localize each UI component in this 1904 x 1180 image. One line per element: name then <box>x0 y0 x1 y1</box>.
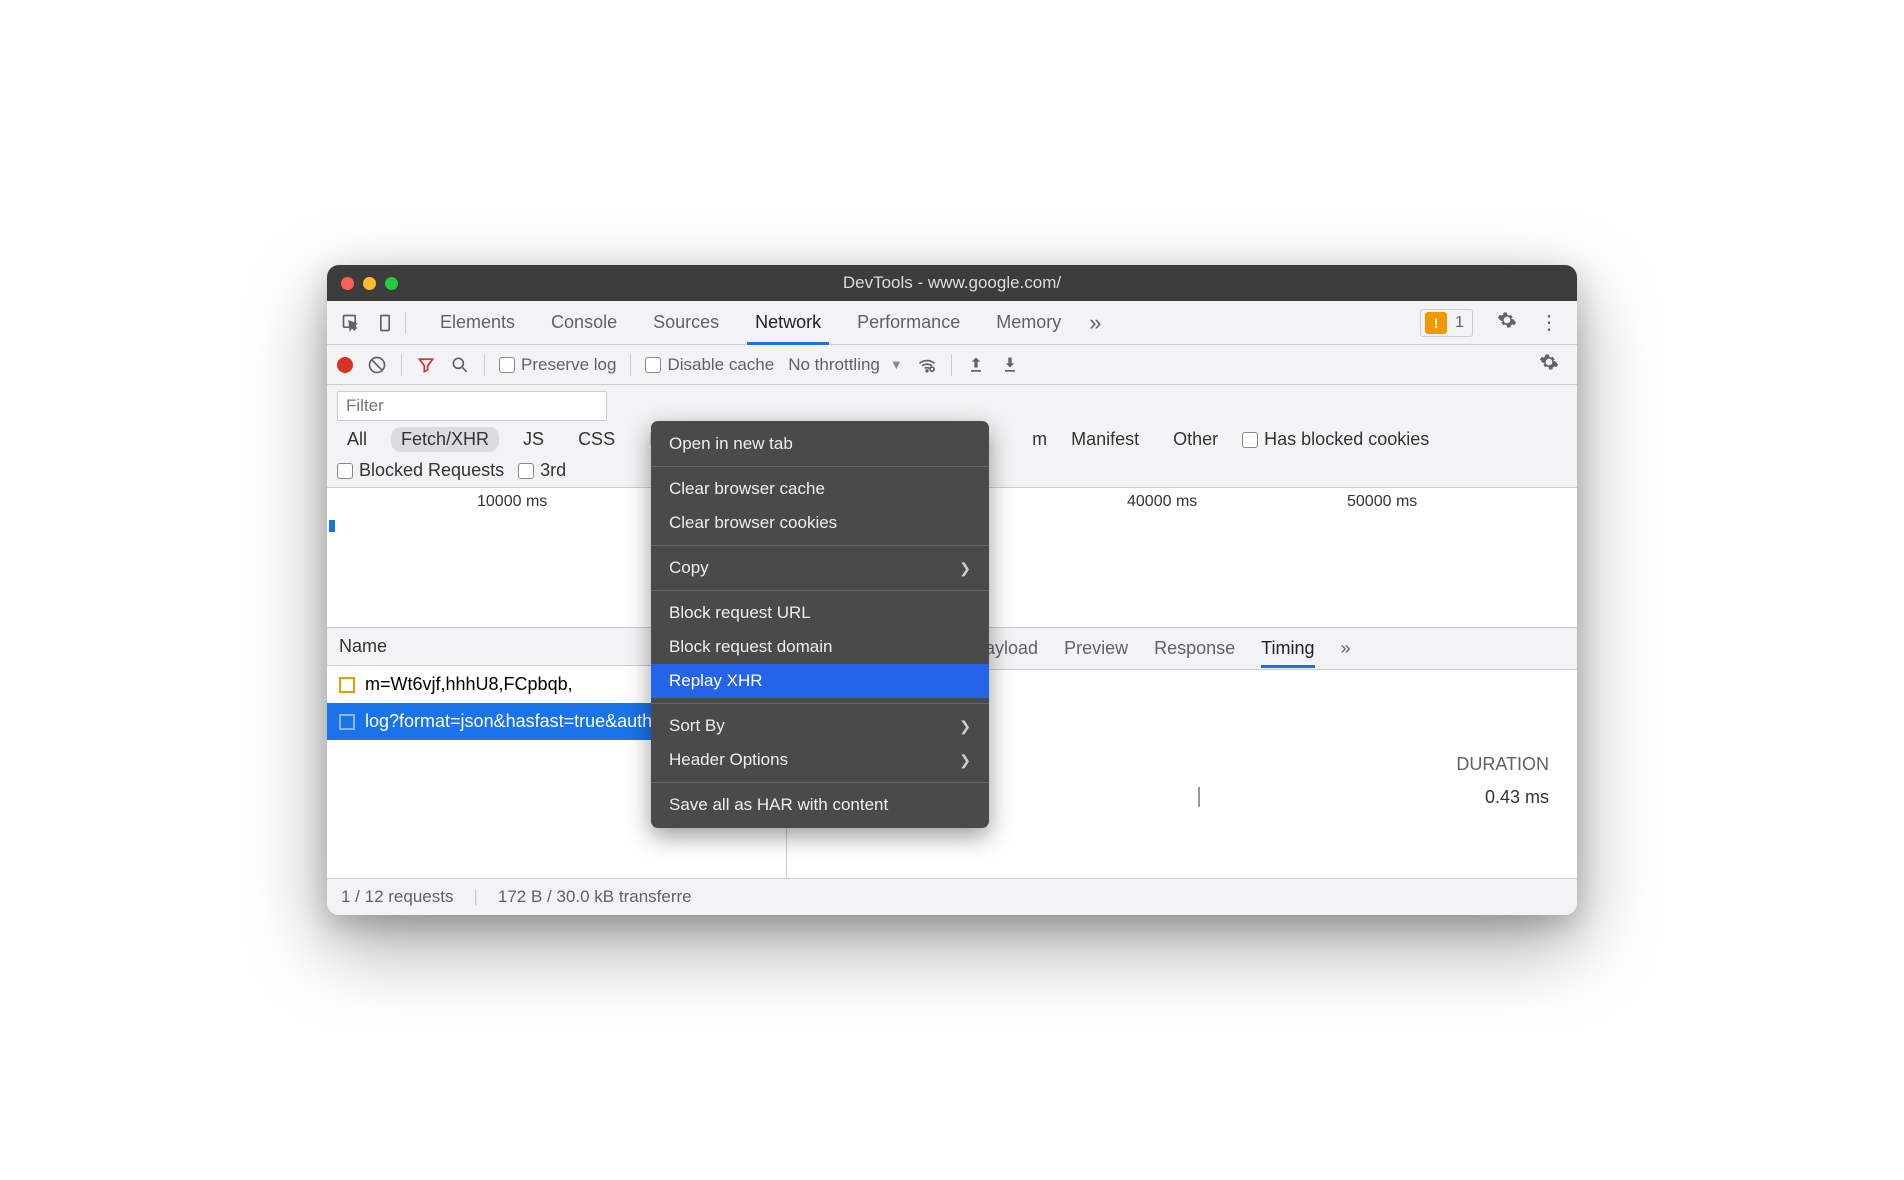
throttling-label: No throttling <box>788 355 880 375</box>
chevron-right-icon: ❯ <box>959 718 971 735</box>
tab-console[interactable]: Console <box>533 301 635 345</box>
window-title: DevTools - www.google.com/ <box>327 273 1577 293</box>
filter-css[interactable]: CSS <box>568 427 625 452</box>
ctx-header-options[interactable]: Header Options ❯ <box>651 743 989 777</box>
tab-sources[interactable]: Sources <box>635 301 737 345</box>
warnings-badge[interactable]: ! 1 <box>1420 309 1473 337</box>
ctx-replay-xhr[interactable]: Replay XHR <box>651 664 989 698</box>
ctx-copy-label: Copy <box>669 558 709 578</box>
status-requests: 1 / 12 requests <box>341 887 453 907</box>
queueing-bar <box>1198 787 1200 807</box>
main-tabs: Elements Console Sources Network Perform… <box>327 301 1577 345</box>
throttling-select[interactable]: No throttling ▼ <box>788 355 903 375</box>
tab-network[interactable]: Network <box>737 301 839 345</box>
divider <box>951 354 952 376</box>
tab-response[interactable]: Response <box>1154 638 1235 659</box>
preserve-log-label: Preserve log <box>521 355 616 375</box>
tab-timing[interactable]: Timing <box>1261 638 1314 659</box>
divider <box>484 354 485 376</box>
separator <box>651 590 989 591</box>
separator <box>651 466 989 467</box>
network-settings-icon[interactable] <box>1531 352 1567 378</box>
tabs-list: Elements Console Sources Network Perform… <box>422 301 1414 345</box>
time-50000: 50000 ms <box>1347 493 1417 511</box>
ctx-sort-label: Sort By <box>669 716 725 736</box>
time-10000: 10000 ms <box>477 493 547 511</box>
request-name: m=Wt6vjf,hhhU8,FCpbqb, <box>365 674 573 695</box>
record-icon[interactable] <box>337 357 353 373</box>
separator <box>651 703 989 704</box>
ctx-open-tab[interactable]: Open in new tab <box>651 427 989 461</box>
filter-input[interactable] <box>337 391 607 421</box>
third-party-checkbox[interactable]: 3rd <box>518 460 566 481</box>
ctx-block-url[interactable]: Block request URL <box>651 596 989 630</box>
duration-label: DURATION <box>1456 754 1549 775</box>
ctx-clear-cookies[interactable]: Clear browser cookies <box>651 506 989 540</box>
settings-icon[interactable] <box>1489 310 1525 336</box>
divider <box>630 354 631 376</box>
warning-icon: ! <box>1425 312 1447 334</box>
timeline-marker <box>329 520 335 532</box>
status-bar: 1 / 12 requests | 172 B / 30.0 kB transf… <box>327 878 1577 915</box>
queueing-value: 0.43 ms <box>1485 787 1549 812</box>
time-40000: 40000 ms <box>1127 493 1197 511</box>
ctx-sort-by[interactable]: Sort By ❯ <box>651 709 989 743</box>
filter-icon[interactable] <box>416 355 436 375</box>
ctx-block-domain[interactable]: Block request domain <box>651 630 989 664</box>
more-tabs-icon[interactable]: » <box>1079 310 1111 336</box>
filter-other[interactable]: Other <box>1163 427 1228 452</box>
clear-icon[interactable] <box>367 355 387 375</box>
ctx-clear-cache[interactable]: Clear browser cache <box>651 472 989 506</box>
blocked-requests-label: Blocked Requests <box>359 460 504 481</box>
filter-js[interactable]: JS <box>513 427 554 452</box>
disable-cache-label: Disable cache <box>667 355 774 375</box>
preserve-log-checkbox[interactable]: Preserve log <box>499 355 616 375</box>
filter-m-suffix: m <box>1032 429 1047 450</box>
divider: | <box>473 887 477 907</box>
tab-performance[interactable]: Performance <box>839 301 978 345</box>
warnings-count: 1 <box>1455 314 1464 332</box>
titlebar: DevTools - www.google.com/ <box>327 265 1577 301</box>
inspect-icon[interactable] <box>337 309 365 337</box>
has-blocked-cookies-checkbox[interactable]: Has blocked cookies <box>1242 429 1429 450</box>
ctx-copy[interactable]: Copy ❯ <box>651 551 989 585</box>
chevron-right-icon: ❯ <box>959 752 971 769</box>
kebab-icon[interactable]: ⋮ <box>1531 310 1567 335</box>
devtools-window: DevTools - www.google.com/ Elements Cons… <box>327 265 1577 915</box>
separator <box>651 545 989 546</box>
filter-fetch-xhr[interactable]: Fetch/XHR <box>391 427 499 452</box>
divider <box>401 354 402 376</box>
search-icon[interactable] <box>450 355 470 375</box>
disable-cache-checkbox[interactable]: Disable cache <box>645 355 774 375</box>
request-name: log?format=json&hasfast=true&auth... <box>365 711 667 732</box>
tab-preview[interactable]: Preview <box>1064 638 1128 659</box>
device-icon[interactable] <box>371 309 399 337</box>
upload-icon[interactable] <box>966 355 986 375</box>
file-icon <box>339 714 355 730</box>
has-blocked-label: Has blocked cookies <box>1264 429 1429 450</box>
wifi-icon[interactable] <box>917 355 937 375</box>
more-tabs-icon[interactable]: » <box>1341 638 1351 659</box>
separator <box>651 782 989 783</box>
minimize-icon[interactable] <box>363 277 376 290</box>
divider <box>405 312 406 334</box>
network-toolbar: Preserve log Disable cache No throttling… <box>327 345 1577 385</box>
close-icon[interactable] <box>341 277 354 290</box>
tab-elements[interactable]: Elements <box>422 301 533 345</box>
maximize-icon[interactable] <box>385 277 398 290</box>
file-icon <box>339 677 355 693</box>
chevron-down-icon: ▼ <box>890 357 903 372</box>
filter-all[interactable]: All <box>337 427 377 452</box>
context-menu: Open in new tab Clear browser cache Clea… <box>651 421 989 828</box>
tab-memory[interactable]: Memory <box>978 301 1079 345</box>
blocked-requests-checkbox[interactable]: Blocked Requests <box>337 460 504 481</box>
status-transferred: 172 B / 30.0 kB transferre <box>498 887 692 907</box>
traffic-lights <box>341 277 398 290</box>
third-party-label: 3rd <box>540 460 566 481</box>
ctx-save-har[interactable]: Save all as HAR with content <box>651 788 989 822</box>
download-icon[interactable] <box>1000 355 1020 375</box>
chevron-right-icon: ❯ <box>959 560 971 577</box>
filter-manifest[interactable]: Manifest <box>1061 427 1149 452</box>
ctx-header-label: Header Options <box>669 750 788 770</box>
